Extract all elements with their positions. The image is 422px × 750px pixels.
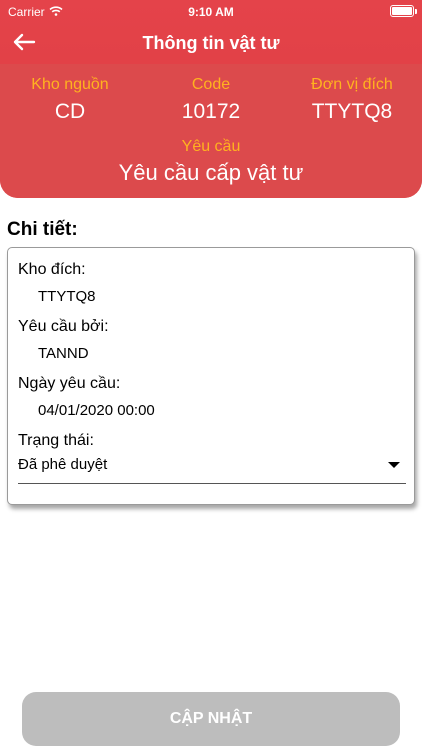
update-button[interactable]: CẬP NHẬT	[22, 692, 400, 746]
destination-unit: Đơn vị đích TTYTQ8	[282, 76, 422, 124]
source-warehouse: Kho nguồn CD	[0, 76, 140, 124]
source-warehouse-value: CD	[54, 100, 86, 123]
destination-unit-value: TTYTQ8	[311, 100, 393, 123]
code-value: 10172	[181, 100, 241, 123]
clock: 9:10 AM	[188, 5, 234, 19]
request-date-value: 04/01/2020 00:00	[38, 402, 155, 419]
code: Code 10172	[141, 76, 281, 124]
navigation-bar: Thông tin vật tư	[0, 24, 422, 64]
status-dropdown-value: Đã phê duyệt	[18, 456, 108, 473]
code-label: Code	[191, 76, 231, 93]
request-label: Yêu cầu	[181, 138, 241, 155]
destination-unit-label: Đơn vị đích	[311, 76, 393, 93]
source-warehouse-label: Kho nguồn	[31, 76, 109, 93]
info-summary: Kho nguồn CD Code 10172 Đơn vị đích TTYT…	[0, 64, 422, 198]
caret-down-icon	[388, 462, 400, 468]
header: Carrier 9:10 AM Thông tin vật tư Kho ngu…	[0, 0, 422, 198]
battery-icon	[390, 5, 417, 17]
status-label: Trạng thái:	[18, 432, 94, 449]
request-value: Yêu cầu cấp vật tư	[118, 160, 304, 185]
details-card: Kho đích: TTYTQ8 Yêu cầu bởi: TANND Ngày…	[7, 247, 415, 505]
requested-by-value: TANND	[38, 345, 89, 362]
status-bar: Carrier 9:10 AM	[0, 0, 422, 24]
dest-warehouse-value: TTYTQ8	[38, 288, 96, 305]
status-dropdown[interactable]: Đã phê duyệt	[18, 454, 406, 484]
details-heading: Chi tiết:	[7, 219, 78, 240]
request-date-label: Ngày yêu cầu:	[18, 375, 121, 392]
page-title: Thông tin vật tư	[142, 33, 280, 53]
dest-warehouse-label: Kho đích:	[18, 261, 86, 278]
requested-by-label: Yêu cầu bởi:	[18, 318, 109, 335]
